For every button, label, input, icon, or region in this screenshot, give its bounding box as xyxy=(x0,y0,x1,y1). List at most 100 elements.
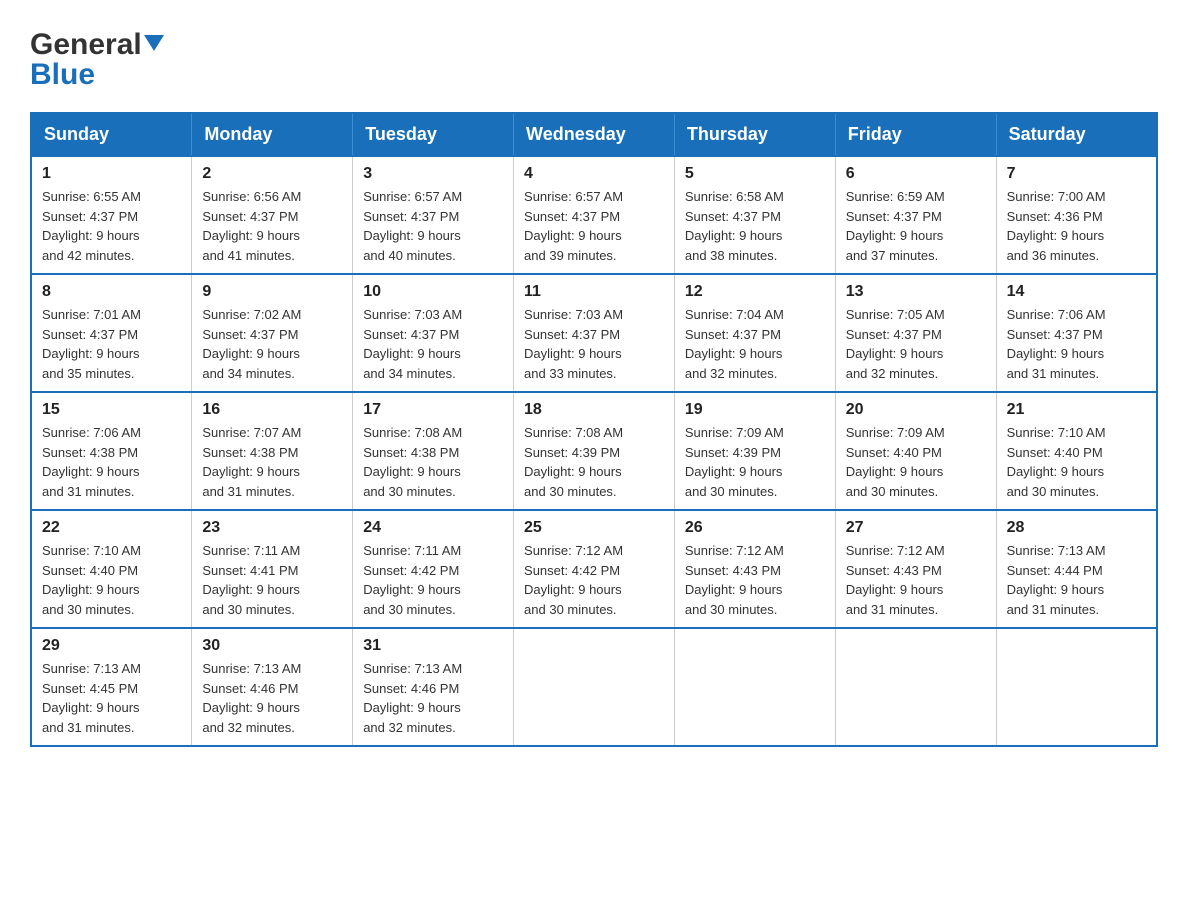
day-info: Sunrise: 7:13 AM Sunset: 4:44 PM Dayligh… xyxy=(1007,541,1146,619)
weekday-header-tuesday: Tuesday xyxy=(353,113,514,156)
week-row-5: 29 Sunrise: 7:13 AM Sunset: 4:45 PM Dayl… xyxy=(31,628,1157,746)
weekday-header-row: SundayMondayTuesdayWednesdayThursdayFrid… xyxy=(31,113,1157,156)
day-info: Sunrise: 6:57 AM Sunset: 4:37 PM Dayligh… xyxy=(524,187,664,265)
calendar-cell: 22 Sunrise: 7:10 AM Sunset: 4:40 PM Dayl… xyxy=(31,510,192,628)
day-info: Sunrise: 6:56 AM Sunset: 4:37 PM Dayligh… xyxy=(202,187,342,265)
week-row-1: 1 Sunrise: 6:55 AM Sunset: 4:37 PM Dayli… xyxy=(31,156,1157,274)
day-number: 18 xyxy=(524,401,664,419)
day-info: Sunrise: 6:58 AM Sunset: 4:37 PM Dayligh… xyxy=(685,187,825,265)
calendar-cell: 28 Sunrise: 7:13 AM Sunset: 4:44 PM Dayl… xyxy=(996,510,1157,628)
calendar-cell: 12 Sunrise: 7:04 AM Sunset: 4:37 PM Dayl… xyxy=(674,274,835,392)
day-number: 5 xyxy=(685,165,825,183)
day-info: Sunrise: 7:13 AM Sunset: 4:46 PM Dayligh… xyxy=(202,659,342,737)
weekday-header-thursday: Thursday xyxy=(674,113,835,156)
day-number: 9 xyxy=(202,283,342,301)
calendar-cell: 13 Sunrise: 7:05 AM Sunset: 4:37 PM Dayl… xyxy=(835,274,996,392)
day-number: 16 xyxy=(202,401,342,419)
day-number: 15 xyxy=(42,401,181,419)
calendar-cell: 14 Sunrise: 7:06 AM Sunset: 4:37 PM Dayl… xyxy=(996,274,1157,392)
day-info: Sunrise: 7:08 AM Sunset: 4:39 PM Dayligh… xyxy=(524,423,664,501)
day-info: Sunrise: 7:13 AM Sunset: 4:46 PM Dayligh… xyxy=(363,659,503,737)
day-number: 27 xyxy=(846,519,986,537)
calendar-cell: 31 Sunrise: 7:13 AM Sunset: 4:46 PM Dayl… xyxy=(353,628,514,746)
calendar-cell: 27 Sunrise: 7:12 AM Sunset: 4:43 PM Dayl… xyxy=(835,510,996,628)
calendar-cell: 17 Sunrise: 7:08 AM Sunset: 4:38 PM Dayl… xyxy=(353,392,514,510)
day-number: 17 xyxy=(363,401,503,419)
logo-general: General xyxy=(30,30,142,60)
calendar-cell xyxy=(514,628,675,746)
weekday-header-sunday: Sunday xyxy=(31,113,192,156)
weekday-header-friday: Friday xyxy=(835,113,996,156)
week-row-4: 22 Sunrise: 7:10 AM Sunset: 4:40 PM Dayl… xyxy=(31,510,1157,628)
day-number: 28 xyxy=(1007,519,1146,537)
calendar-cell: 7 Sunrise: 7:00 AM Sunset: 4:36 PM Dayli… xyxy=(996,156,1157,274)
day-info: Sunrise: 6:57 AM Sunset: 4:37 PM Dayligh… xyxy=(363,187,503,265)
day-info: Sunrise: 7:09 AM Sunset: 4:39 PM Dayligh… xyxy=(685,423,825,501)
day-number: 14 xyxy=(1007,283,1146,301)
calendar-cell xyxy=(674,628,835,746)
calendar-cell: 3 Sunrise: 6:57 AM Sunset: 4:37 PM Dayli… xyxy=(353,156,514,274)
day-number: 21 xyxy=(1007,401,1146,419)
day-number: 24 xyxy=(363,519,503,537)
day-info: Sunrise: 7:12 AM Sunset: 4:43 PM Dayligh… xyxy=(685,541,825,619)
calendar-cell: 26 Sunrise: 7:12 AM Sunset: 4:43 PM Dayl… xyxy=(674,510,835,628)
day-info: Sunrise: 7:00 AM Sunset: 4:36 PM Dayligh… xyxy=(1007,187,1146,265)
calendar-cell xyxy=(835,628,996,746)
calendar-cell: 18 Sunrise: 7:08 AM Sunset: 4:39 PM Dayl… xyxy=(514,392,675,510)
day-info: Sunrise: 7:07 AM Sunset: 4:38 PM Dayligh… xyxy=(202,423,342,501)
day-info: Sunrise: 7:11 AM Sunset: 4:42 PM Dayligh… xyxy=(363,541,503,619)
day-info: Sunrise: 7:12 AM Sunset: 4:42 PM Dayligh… xyxy=(524,541,664,619)
weekday-header-saturday: Saturday xyxy=(996,113,1157,156)
calendar-cell: 24 Sunrise: 7:11 AM Sunset: 4:42 PM Dayl… xyxy=(353,510,514,628)
calendar-cell: 5 Sunrise: 6:58 AM Sunset: 4:37 PM Dayli… xyxy=(674,156,835,274)
day-number: 23 xyxy=(202,519,342,537)
day-info: Sunrise: 7:09 AM Sunset: 4:40 PM Dayligh… xyxy=(846,423,986,501)
day-number: 1 xyxy=(42,165,181,183)
day-number: 3 xyxy=(363,165,503,183)
calendar-cell: 11 Sunrise: 7:03 AM Sunset: 4:37 PM Dayl… xyxy=(514,274,675,392)
day-info: Sunrise: 7:05 AM Sunset: 4:37 PM Dayligh… xyxy=(846,305,986,383)
day-info: Sunrise: 7:03 AM Sunset: 4:37 PM Dayligh… xyxy=(524,305,664,383)
day-number: 30 xyxy=(202,637,342,655)
day-number: 25 xyxy=(524,519,664,537)
calendar-cell: 9 Sunrise: 7:02 AM Sunset: 4:37 PM Dayli… xyxy=(192,274,353,392)
calendar-cell: 30 Sunrise: 7:13 AM Sunset: 4:46 PM Dayl… xyxy=(192,628,353,746)
calendar-cell: 23 Sunrise: 7:11 AM Sunset: 4:41 PM Dayl… xyxy=(192,510,353,628)
day-number: 22 xyxy=(42,519,181,537)
day-number: 31 xyxy=(363,637,503,655)
day-info: Sunrise: 7:10 AM Sunset: 4:40 PM Dayligh… xyxy=(42,541,181,619)
day-number: 12 xyxy=(685,283,825,301)
calendar-cell: 16 Sunrise: 7:07 AM Sunset: 4:38 PM Dayl… xyxy=(192,392,353,510)
day-number: 8 xyxy=(42,283,181,301)
day-number: 6 xyxy=(846,165,986,183)
week-row-2: 8 Sunrise: 7:01 AM Sunset: 4:37 PM Dayli… xyxy=(31,274,1157,392)
day-number: 13 xyxy=(846,283,986,301)
day-info: Sunrise: 7:02 AM Sunset: 4:37 PM Dayligh… xyxy=(202,305,342,383)
calendar-cell: 15 Sunrise: 7:06 AM Sunset: 4:38 PM Dayl… xyxy=(31,392,192,510)
logo: General Blue xyxy=(30,30,164,92)
day-info: Sunrise: 7:13 AM Sunset: 4:45 PM Dayligh… xyxy=(42,659,181,737)
calendar-cell: 8 Sunrise: 7:01 AM Sunset: 4:37 PM Dayli… xyxy=(31,274,192,392)
weekday-header-monday: Monday xyxy=(192,113,353,156)
calendar-cell: 20 Sunrise: 7:09 AM Sunset: 4:40 PM Dayl… xyxy=(835,392,996,510)
calendar-cell: 21 Sunrise: 7:10 AM Sunset: 4:40 PM Dayl… xyxy=(996,392,1157,510)
day-info: Sunrise: 6:55 AM Sunset: 4:37 PM Dayligh… xyxy=(42,187,181,265)
calendar-cell: 6 Sunrise: 6:59 AM Sunset: 4:37 PM Dayli… xyxy=(835,156,996,274)
day-info: Sunrise: 7:04 AM Sunset: 4:37 PM Dayligh… xyxy=(685,305,825,383)
day-info: Sunrise: 7:10 AM Sunset: 4:40 PM Dayligh… xyxy=(1007,423,1146,501)
day-info: Sunrise: 7:01 AM Sunset: 4:37 PM Dayligh… xyxy=(42,305,181,383)
logo-blue: Blue xyxy=(30,58,95,92)
day-info: Sunrise: 7:11 AM Sunset: 4:41 PM Dayligh… xyxy=(202,541,342,619)
calendar-cell: 29 Sunrise: 7:13 AM Sunset: 4:45 PM Dayl… xyxy=(31,628,192,746)
day-number: 26 xyxy=(685,519,825,537)
day-number: 11 xyxy=(524,283,664,301)
day-number: 29 xyxy=(42,637,181,655)
logo-triangle-icon xyxy=(144,35,164,55)
day-info: Sunrise: 7:03 AM Sunset: 4:37 PM Dayligh… xyxy=(363,305,503,383)
day-info: Sunrise: 6:59 AM Sunset: 4:37 PM Dayligh… xyxy=(846,187,986,265)
calendar-cell: 4 Sunrise: 6:57 AM Sunset: 4:37 PM Dayli… xyxy=(514,156,675,274)
calendar-table: SundayMondayTuesdayWednesdayThursdayFrid… xyxy=(30,112,1158,747)
day-info: Sunrise: 7:12 AM Sunset: 4:43 PM Dayligh… xyxy=(846,541,986,619)
day-number: 2 xyxy=(202,165,342,183)
day-number: 20 xyxy=(846,401,986,419)
